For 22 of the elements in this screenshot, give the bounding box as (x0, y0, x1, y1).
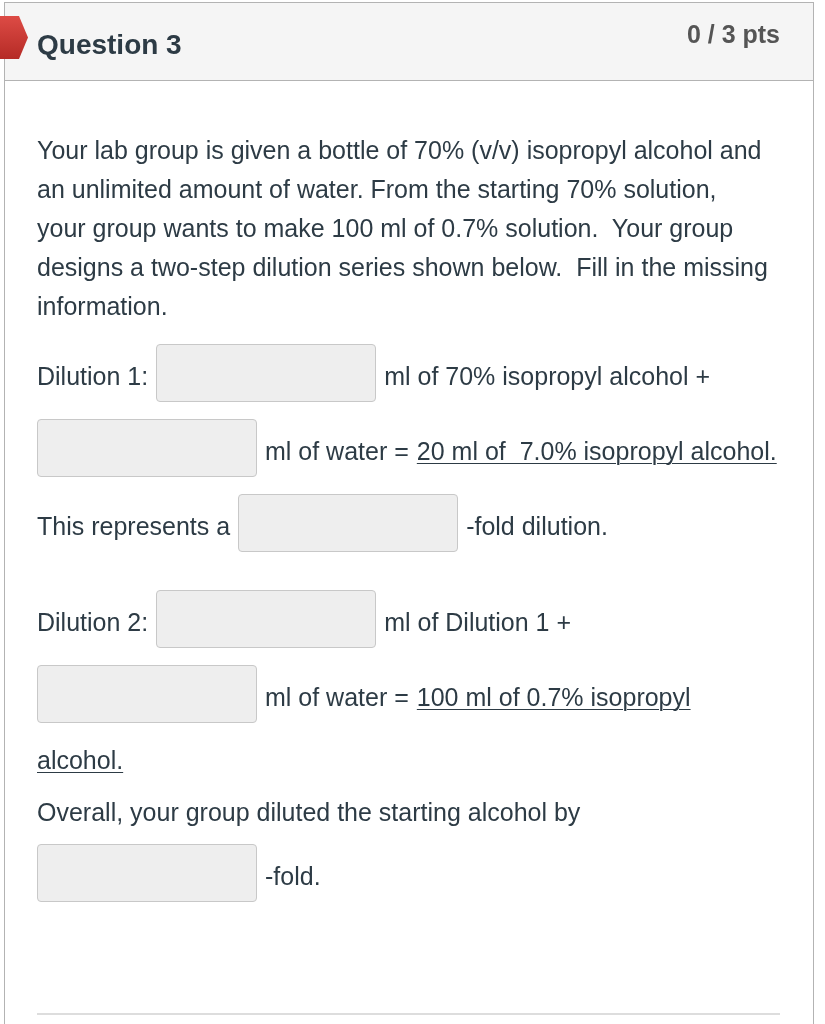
answer-box[interactable] (156, 590, 377, 648)
answer-line-text: -fold dilution. (466, 510, 608, 541)
answer-box[interactable] (37, 665, 257, 723)
answer-box[interactable] (238, 494, 459, 552)
question-title: Question 3 (37, 28, 182, 61)
underlined-text: alcohol. (37, 745, 124, 775)
answer-line-text: Overall, your group diluted the starting alcohol by (37, 797, 581, 827)
answer-line-text: Dilution 1: (37, 360, 149, 391)
underlined-text: 100 ml of 0.7% isopropyl (416, 681, 691, 712)
question-prompt: Your lab group is given a bottle of 70% (v/v) isopropyl alcohol and an unlimited amount of water. From the starting 70% solution, your group wants to make 100 ml of 0.7% solution. Your group designs a two-step dilution series shown below. Fill in the missing information. (37, 135, 769, 322)
answer-box[interactable] (37, 419, 257, 477)
answer-line-text: -fold. (265, 860, 321, 891)
points-score: 0 / 3 pts (686, 20, 780, 49)
answer-box[interactable] (156, 344, 377, 402)
answer-line-text: Dilution 2: (37, 606, 149, 637)
answer-line-text: This represents a (37, 510, 231, 541)
answer-box[interactable] (37, 844, 257, 902)
answer-line-text: ml of water = (265, 435, 409, 466)
answer-line-text: ml of Dilution 1 + (384, 606, 572, 637)
underlined-text: 20 ml of 7.0% isopropyl alcohol. (416, 435, 777, 466)
answer-line-text: ml of 70% isopropyl alcohol + (384, 360, 711, 391)
answer-line-text: ml of water = (265, 681, 409, 712)
